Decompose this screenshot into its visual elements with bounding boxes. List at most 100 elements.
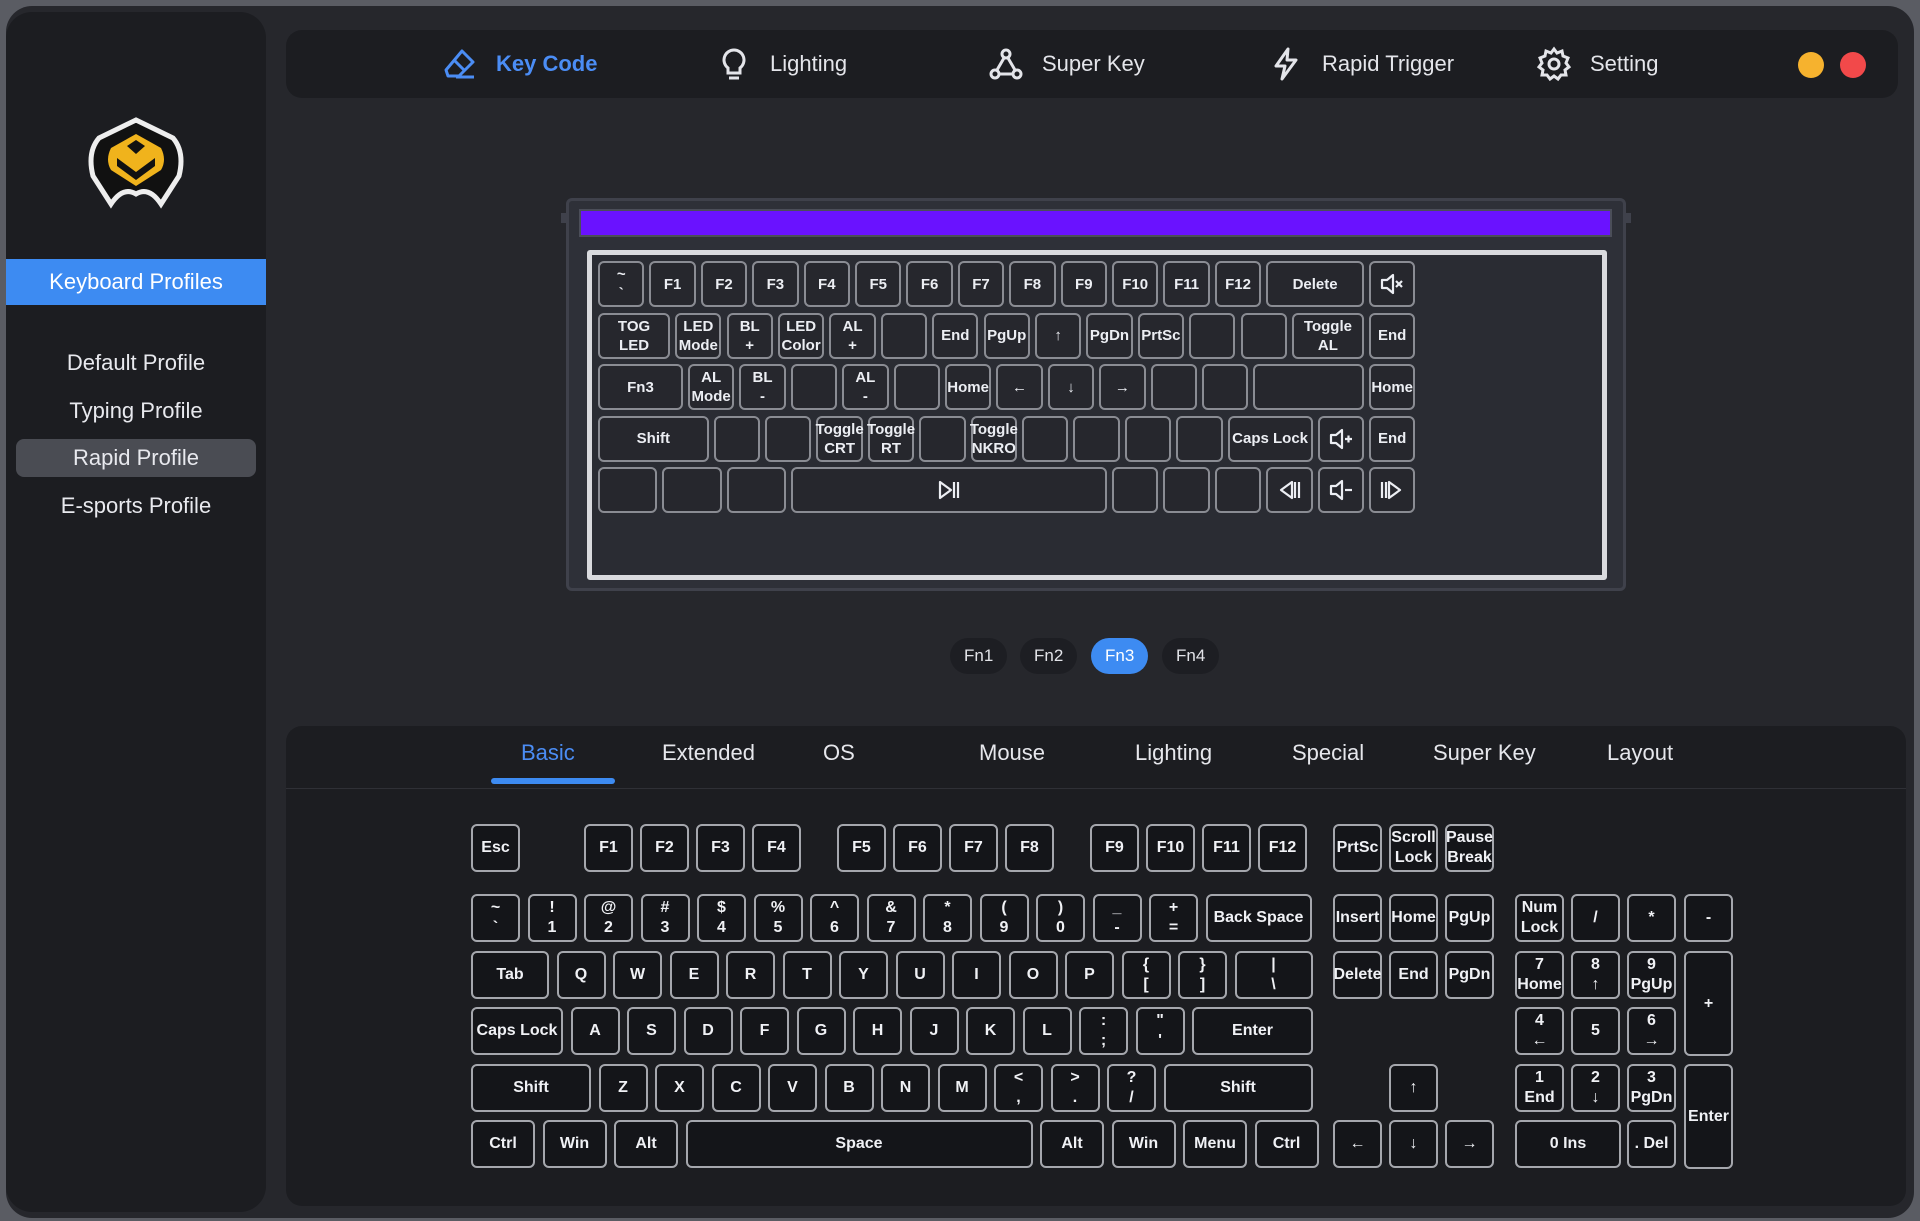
key-caps-3[interactable]: D: [683, 1007, 733, 1055]
vkey-r4-c9[interactable]: [1369, 467, 1416, 513]
vkey-r1-c8[interactable]: ↑: [1034, 312, 1082, 359]
key-shift-0[interactable]: Shift: [471, 1064, 591, 1112]
vkey-r4-c5[interactable]: [1163, 467, 1210, 513]
key-fnrow-5[interactable]: F5: [837, 824, 886, 872]
vkey-r3-c11[interactable]: Caps Lock: [1227, 415, 1313, 462]
key-fnrow-1[interactable]: F1: [584, 824, 633, 872]
key-numpad-4[interactable]: 7 Home: [1515, 951, 1564, 999]
vkey-r2-c8[interactable]: ↓: [1047, 364, 1095, 410]
key-caps-11[interactable]: " ': [1135, 1007, 1185, 1055]
vkey-r1-c5[interactable]: [880, 312, 928, 359]
vkey-r3-c10[interactable]: [1176, 415, 1223, 462]
vkey-r0-c6[interactable]: F6: [906, 261, 953, 307]
tab-setting[interactable]: Setting: [1536, 30, 1659, 98]
vkey-r1-c14[interactable]: End: [1369, 312, 1416, 359]
key-shift-2[interactable]: X: [655, 1064, 704, 1112]
key-bottom-4[interactable]: Alt: [1040, 1120, 1104, 1168]
vkey-r1-c10[interactable]: PrtSc: [1137, 312, 1185, 359]
key-bottom-0[interactable]: Ctrl: [471, 1120, 535, 1168]
close-button[interactable]: [1840, 52, 1866, 78]
vkey-r0-c5[interactable]: F5: [855, 261, 902, 307]
fn-layer-3[interactable]: Fn3: [1091, 638, 1149, 674]
vkey-r4-c0[interactable]: [598, 467, 658, 513]
key-tab-13[interactable]: | \: [1234, 951, 1313, 999]
profile-rapid[interactable]: Rapid Profile: [16, 439, 256, 477]
vkey-r1-c11[interactable]: [1189, 312, 1236, 359]
key-tab-4[interactable]: R: [726, 951, 775, 999]
vkey-r1-c3[interactable]: LED Color: [777, 312, 825, 359]
key-nav-5[interactable]: PgDn: [1445, 951, 1494, 999]
vkey-r3-c7[interactable]: [1022, 415, 1069, 462]
key-shift-4[interactable]: V: [768, 1064, 817, 1112]
key-nav-7[interactable]: ←: [1333, 1120, 1382, 1168]
key-caps-2[interactable]: S: [627, 1007, 676, 1055]
tab-key-code[interactable]: Key Code: [442, 30, 597, 98]
key-fnrow-12[interactable]: F12: [1258, 824, 1307, 872]
vkey-r0-c2[interactable]: F2: [700, 261, 748, 307]
key-numpad-7[interactable]: +: [1684, 951, 1733, 1056]
profile-typing[interactable]: Typing Profile: [16, 392, 256, 430]
key-caps-8[interactable]: K: [966, 1007, 1015, 1055]
key-tab-7[interactable]: U: [895, 951, 945, 999]
key-nav-1[interactable]: Home: [1389, 894, 1438, 942]
key-shift-5[interactable]: B: [824, 1064, 874, 1112]
key-fnrow-14[interactable]: Scroll Lock: [1389, 824, 1438, 872]
key-numpad-5[interactable]: 8 ↑: [1571, 951, 1620, 999]
key-num-12[interactable]: + =: [1149, 894, 1198, 942]
vkey-r0-c8[interactable]: F8: [1009, 261, 1056, 307]
vkey-r1-c13[interactable]: Toggle AL: [1291, 312, 1364, 359]
key-bottom-3[interactable]: Space: [685, 1120, 1033, 1168]
key-num-1[interactable]: ! 1: [527, 894, 577, 942]
key-tab-11[interactable]: { [: [1121, 951, 1171, 999]
key-tab-8[interactable]: I: [952, 951, 1001, 999]
vkey-r3-c13[interactable]: End: [1369, 415, 1416, 462]
key-numpad-16[interactable]: . Del: [1627, 1120, 1676, 1168]
vkey-r2-c1[interactable]: AL Mode: [687, 364, 735, 410]
key-nav-8[interactable]: ↓: [1389, 1120, 1438, 1168]
key-fnrow-11[interactable]: F11: [1202, 824, 1251, 872]
key-numpad-6[interactable]: 9 PgUp: [1627, 951, 1676, 999]
key-num-9[interactable]: ( 9: [979, 894, 1029, 942]
tab-os[interactable]: OS: [823, 740, 855, 766]
key-fnrow-6[interactable]: F6: [893, 824, 942, 872]
key-fnrow-7[interactable]: F7: [949, 824, 998, 872]
key-fnrow-15[interactable]: Pause Break: [1445, 824, 1494, 872]
key-numpad-2[interactable]: *: [1627, 894, 1676, 942]
key-caps-12[interactable]: Enter: [1192, 1007, 1313, 1055]
key-shift-1[interactable]: Z: [598, 1064, 648, 1112]
fn-layer-4[interactable]: Fn4: [1162, 638, 1220, 674]
vkey-r1-c12[interactable]: [1240, 312, 1287, 359]
key-shift-10[interactable]: ? /: [1107, 1064, 1156, 1112]
tab-basic[interactable]: Basic: [521, 740, 575, 766]
vkey-r0-c10[interactable]: F10: [1112, 261, 1159, 307]
key-caps-5[interactable]: G: [796, 1007, 846, 1055]
key-fnrow-10[interactable]: F10: [1146, 824, 1195, 872]
vkey-r3-c4[interactable]: Toggle RT: [867, 415, 915, 462]
key-tab-9[interactable]: O: [1008, 951, 1058, 999]
vkey-r2-c2[interactable]: BL -: [739, 364, 786, 410]
key-caps-0[interactable]: Caps Lock: [471, 1007, 563, 1055]
key-bottom-5[interactable]: Win: [1111, 1120, 1176, 1168]
key-fnrow-2[interactable]: F2: [640, 824, 689, 872]
vkey-r1-c1[interactable]: LED Mode: [675, 312, 722, 359]
key-num-8[interactable]: * 8: [923, 894, 972, 942]
key-caps-9[interactable]: L: [1022, 1007, 1072, 1055]
vkey-r1-c2[interactable]: BL +: [726, 312, 773, 359]
key-num-13[interactable]: Back Space: [1205, 894, 1312, 942]
vkey-r2-c7[interactable]: ←: [996, 364, 1043, 410]
vkey-r4-c1[interactable]: [662, 467, 722, 513]
key-numpad-13[interactable]: 3 PgDn: [1627, 1064, 1676, 1112]
key-bottom-7[interactable]: Ctrl: [1254, 1120, 1319, 1168]
vkey-r0-c14[interactable]: [1369, 261, 1416, 307]
key-num-7[interactable]: & 7: [866, 894, 916, 942]
vkey-r4-c2[interactable]: [726, 467, 786, 513]
vkey-r3-c1[interactable]: [713, 415, 761, 462]
vkey-r2-c13[interactable]: Home: [1369, 364, 1416, 410]
key-tab-10[interactable]: P: [1065, 951, 1114, 999]
key-num-11[interactable]: _ -: [1092, 894, 1142, 942]
key-caps-7[interactable]: J: [909, 1007, 959, 1055]
key-numpad-3[interactable]: -: [1684, 894, 1733, 942]
key-shift-7[interactable]: M: [937, 1064, 987, 1112]
tab-lighting[interactable]: Lighting: [716, 30, 847, 98]
profile-esports[interactable]: E-sports Profile: [16, 487, 256, 525]
